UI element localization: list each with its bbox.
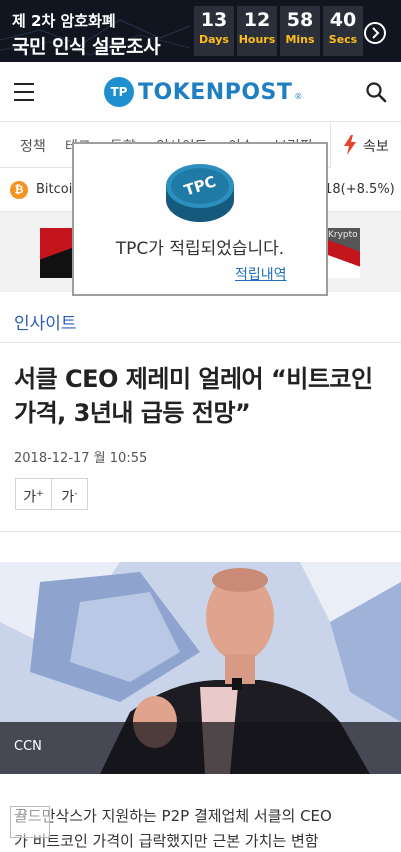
countdown-secs-label: Secs xyxy=(328,33,358,46)
ad-image-left xyxy=(40,228,76,278)
quote-icon: “ xyxy=(10,806,50,838)
reward-history-link[interactable]: 적립내역 xyxy=(235,264,287,284)
logo-registered-mark: ® xyxy=(294,91,303,101)
font-decrease-sign: - xyxy=(74,489,78,499)
countdown-secs-value: 40 xyxy=(329,9,357,31)
tpc-reward-popup[interactable]: TPC TPC가 적립되었습니다. 적립내역 xyxy=(72,142,328,296)
search-icon[interactable] xyxy=(364,80,388,104)
article-category[interactable]: 인사이트 xyxy=(14,309,77,334)
breaking-news-tab[interactable]: 속보 xyxy=(330,122,401,168)
countdown-hours: 12 Hours xyxy=(237,6,277,56)
article-photo: CCN xyxy=(0,562,401,774)
font-increase-label: 가 xyxy=(23,489,37,506)
divider xyxy=(0,342,401,343)
tpc-coin-icon: TPC xyxy=(166,164,234,222)
photo-caption-bar: CCN xyxy=(0,722,401,774)
ad-right-text: Krypto xyxy=(328,230,358,240)
breaking-news-label: 속보 xyxy=(363,139,389,155)
divider xyxy=(0,531,401,532)
countdown-days-label: Days xyxy=(199,33,229,46)
font-size-increase-button[interactable]: 가+ xyxy=(15,478,52,510)
lightning-icon xyxy=(344,135,356,155)
countdown-secs: 40 Secs xyxy=(323,6,363,56)
article-body: 골드만삭스가 지원하는 P2P 결제업체 서클의 CEO 가 비트코인 가격이 … xyxy=(14,804,394,852)
countdown-mins: 58 Mins xyxy=(280,6,320,56)
countdown-days-value: 13 xyxy=(200,9,228,31)
countdown-mins-label: Mins xyxy=(285,33,315,46)
article-title: 서클 CEO 제레미 얼레어 “비트코인 가격, 3년내 급등 전망” xyxy=(14,362,389,430)
photo-caption: CCN xyxy=(14,739,42,754)
countdown-days: 13 Days xyxy=(194,6,234,56)
countdown-hours-value: 12 xyxy=(243,9,271,31)
event-banner[interactable]: 제 2차 암호화폐 국민 인식 설문조사 13 Days 12 Hours 58… xyxy=(0,0,401,62)
nav-item-policy[interactable]: 정책 xyxy=(20,136,46,156)
countdown-mins-value: 58 xyxy=(286,9,314,31)
site-header: TP TOKENPOST ® xyxy=(0,62,401,122)
popup-message: TPC가 적립되었습니다. xyxy=(115,239,285,259)
logo-mark: TP xyxy=(104,77,134,107)
article-title-line1: 서클 CEO 제레미 얼레어 “비트코인 xyxy=(14,365,373,393)
countdown-hours-label: Hours xyxy=(238,33,276,46)
chevron-right-icon[interactable] xyxy=(364,22,386,44)
font-increase-sign: + xyxy=(36,489,44,499)
font-size-decrease-button[interactable]: 가- xyxy=(51,478,88,510)
font-decrease-label: 가 xyxy=(61,489,75,506)
bitcoin-icon: ₿ xyxy=(10,181,28,199)
chevron-right-glyph xyxy=(372,27,380,39)
logo-text: TOKENPOST xyxy=(138,79,293,105)
article-title-line2: 가격, 3년내 급등 전망” xyxy=(14,399,251,427)
banner-title-line1: 제 2차 암호화폐 xyxy=(12,12,116,30)
article-body-line2: 가 비트코인 가격이 급락했지만 근본 가치는 변함 xyxy=(14,832,319,850)
site-logo[interactable]: TP TOKENPOST ® xyxy=(104,76,302,108)
ticker-coin-change: .18(+8.5%) xyxy=(320,182,395,197)
ticker-coin-name: Bitcoi xyxy=(36,182,73,197)
article-body-line1: 골드만삭스가 지원하는 P2P 결제업체 서클의 CEO xyxy=(14,807,332,825)
menu-icon[interactable] xyxy=(14,83,34,101)
banner-title-line2: 국민 인식 설문조사 xyxy=(12,36,161,58)
article-date: 2018-12-17 월 10:55 xyxy=(14,451,148,466)
